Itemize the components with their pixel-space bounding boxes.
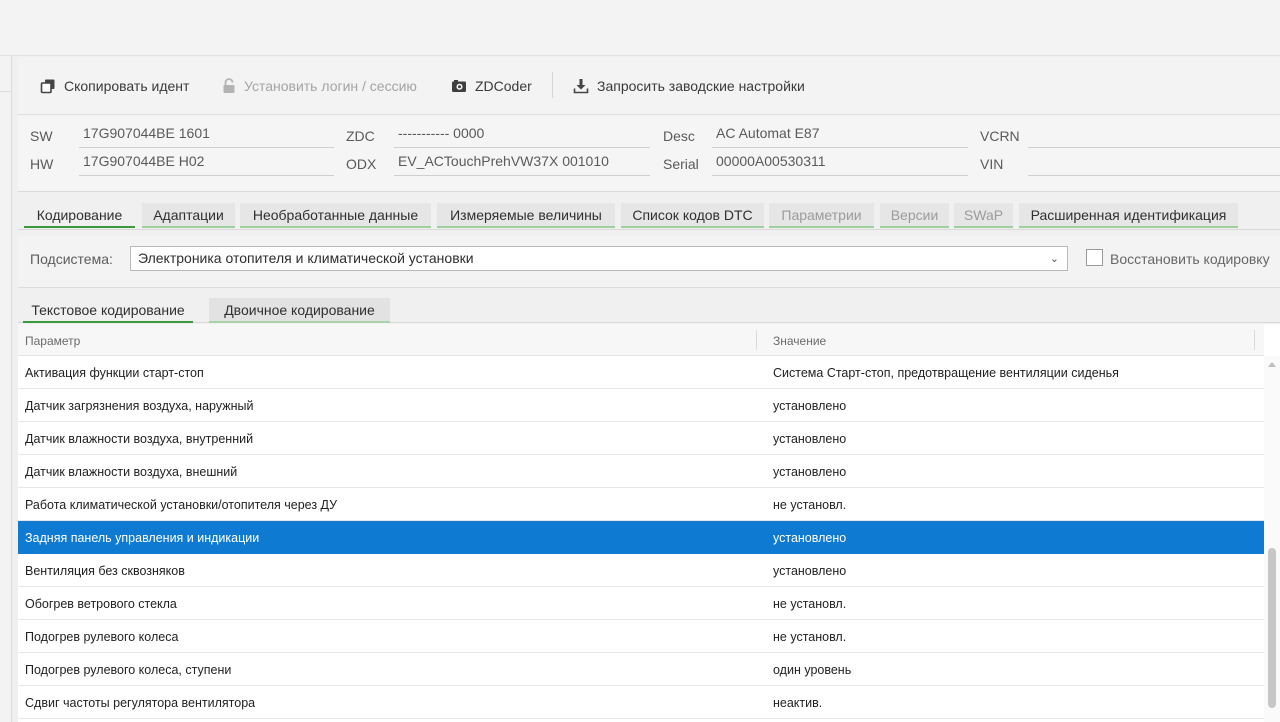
table-body: Активация функции старт-стоп Система Стар… <box>18 356 1264 719</box>
tab-parameters[interactable]: Параметрии <box>769 203 874 228</box>
tab-raw-data[interactable]: Необработанные данные <box>240 203 431 228</box>
table-header: Параметр Значение <box>18 324 1264 356</box>
window-top-band <box>0 0 1280 56</box>
column-divider[interactable] <box>1254 330 1255 350</box>
row-parameter: Активация функции старт-стоп <box>25 366 204 380</box>
table-row[interactable]: Сдвиг частоты регулятора вентилятора неак… <box>18 686 1264 719</box>
table-row[interactable]: Датчик влажности воздуха, внешний установ… <box>18 455 1264 488</box>
tab-extended-ident[interactable]: Расширенная идентификация <box>1019 203 1238 228</box>
hw-label: HW <box>30 156 54 172</box>
camera-icon <box>452 80 466 92</box>
zdc-value[interactable]: ----------- 0000 <box>394 124 650 148</box>
set-login-label: Установить логин / сессию <box>244 78 417 94</box>
row-value: не установл. <box>773 630 847 644</box>
hw-value[interactable]: 17G907044BE H02 <box>79 152 334 176</box>
row-parameter: Датчик загрязнения воздуха, наружный <box>25 399 254 413</box>
vin-label: VIN <box>980 156 1004 172</box>
zdcoder-label: ZDCoder <box>475 78 532 94</box>
lock-icon <box>223 78 235 93</box>
tab-dtc-list[interactable]: Список кодов DTC <box>621 203 764 228</box>
desc-label: Desc <box>663 128 695 144</box>
table-row-selected[interactable]: Задняя панель управления и индикации уста… <box>18 521 1264 554</box>
row-value: не установл. <box>773 498 847 512</box>
left-panel-notch <box>0 64 12 92</box>
scrollbar-thumb[interactable] <box>1268 548 1276 708</box>
table-row[interactable]: Работа климатической установки/отопителя… <box>18 488 1264 521</box>
row-value: установлено <box>773 531 847 545</box>
left-panel-strip <box>0 56 12 722</box>
row-parameter: Подогрев рулевого колеса <box>25 630 179 644</box>
serial-label: Serial <box>663 156 699 172</box>
row-value: неактив. <box>773 696 823 710</box>
table-row[interactable]: Вентиляция без сквозняков установлено <box>18 554 1264 587</box>
chevron-down-icon: ⌄ <box>1049 253 1059 265</box>
download-icon <box>573 79 589 94</box>
copy-ident-label: Скопировать идент <box>64 78 190 94</box>
table-row[interactable]: Датчик влажности воздуха, внутренний уста… <box>18 422 1264 455</box>
row-value: установлено <box>773 564 847 578</box>
row-parameter: Обогрев ветрового стекла <box>25 597 177 611</box>
column-header-parameter[interactable]: Параметр <box>25 334 80 348</box>
toolbar: Скопировать идент Установить логин / сес… <box>18 57 1280 115</box>
row-parameter: Датчик влажности воздуха, внешний <box>25 465 238 479</box>
coding-table: Параметр Значение Активация функции стар… <box>18 324 1280 722</box>
table-row[interactable]: Подогрев рулевого колеса не установл. <box>18 620 1264 653</box>
zdcoder-button[interactable]: ZDCoder <box>451 76 532 96</box>
sw-value[interactable]: 17G907044BE 1601 <box>79 124 334 148</box>
tab-text-coding[interactable]: Текстовое кодирование <box>23 298 193 323</box>
table-row[interactable]: Подогрев рулевого колеса, ступени один ур… <box>18 653 1264 686</box>
row-parameter: Задняя панель управления и индикации <box>25 531 260 545</box>
desc-value[interactable]: AC Automat E87 <box>712 124 968 148</box>
column-header-value[interactable]: Значение <box>773 334 826 348</box>
row-parameter: Сдвиг частоты регулятора вентилятора <box>25 696 256 710</box>
row-parameter: Подогрев рулевого колеса, ступени <box>25 663 232 677</box>
request-factory-button[interactable]: Запросить заводские настройки <box>573 76 805 96</box>
row-parameter: Работа климатической установки/отопителя… <box>25 498 338 512</box>
table-row[interactable]: Датчик загрязнения воздуха, наружный уста… <box>18 389 1264 422</box>
restore-coding-checkbox[interactable] <box>1086 249 1103 266</box>
vin-value[interactable] <box>1028 152 1280 176</box>
odx-value[interactable]: EV_ACTouchPrehVW37X 001010 <box>394 152 650 176</box>
tab-adaptations[interactable]: Адаптации <box>142 203 235 228</box>
coding-subtabs: Текстовое кодирование Двоичное кодирован… <box>18 289 1280 323</box>
vertical-scrollbar[interactable] <box>1264 356 1280 722</box>
main-tabs: Кодирование Адаптации Необработанные дан… <box>18 200 1280 230</box>
tab-coding[interactable]: Кодирование <box>24 203 135 228</box>
subsystem-bar: Подсистема: Электроника отопителя и клим… <box>18 236 1280 288</box>
table-row[interactable]: Активация функции старт-стоп Система Стар… <box>18 356 1264 389</box>
row-value: установлено <box>773 432 847 446</box>
vcrn-label: VCRN <box>980 128 1020 144</box>
serial-value[interactable]: 00000A00530311 <box>712 152 968 176</box>
scroll-up-icon[interactable] <box>1268 362 1276 367</box>
table-row[interactable]: Обогрев ветрового стекла не установл. <box>18 587 1264 620</box>
sw-label: SW <box>30 128 53 144</box>
copy-ident-button[interactable]: Скопировать идент <box>40 76 189 96</box>
restore-coding-label[interactable]: Восстановить кодировку <box>1110 251 1270 267</box>
row-value: установлено <box>773 465 847 479</box>
row-value: Система Старт-стоп, предотвращение венти… <box>773 366 1119 380</box>
subsystem-select[interactable]: Электроника отопителя и климатической ус… <box>130 246 1068 271</box>
subsystem-label: Подсистема: <box>30 251 113 267</box>
row-value: один уровень <box>773 663 852 677</box>
tab-measured-values[interactable]: Измеряемые величины <box>437 203 615 228</box>
odx-label: ODX <box>346 156 377 172</box>
tab-versions[interactable]: Версии <box>880 203 949 228</box>
set-login-button[interactable]: Установить логин / сессию <box>222 76 417 96</box>
row-value: установлено <box>773 399 847 413</box>
copy-icon <box>40 79 55 94</box>
row-parameter: Вентиляция без сквозняков <box>25 564 185 578</box>
row-parameter: Датчик влажности воздуха, внутренний <box>25 432 254 446</box>
request-factory-label: Запросить заводские настройки <box>597 78 805 94</box>
tab-binary-coding[interactable]: Двоичное кодирование <box>209 298 390 323</box>
column-divider[interactable] <box>756 330 757 350</box>
vcrn-value[interactable] <box>1028 124 1280 148</box>
ident-info-panel: SW 17G907044BE 1601 HW 17G907044BE H02 Z… <box>18 116 1280 192</box>
toolbar-separator <box>552 72 553 98</box>
subsystem-selected-value: Электроника отопителя и климатической ус… <box>138 250 474 266</box>
zdc-label: ZDC <box>346 128 375 144</box>
tab-swap[interactable]: SWaP <box>954 203 1013 228</box>
row-value: не установл. <box>773 597 847 611</box>
